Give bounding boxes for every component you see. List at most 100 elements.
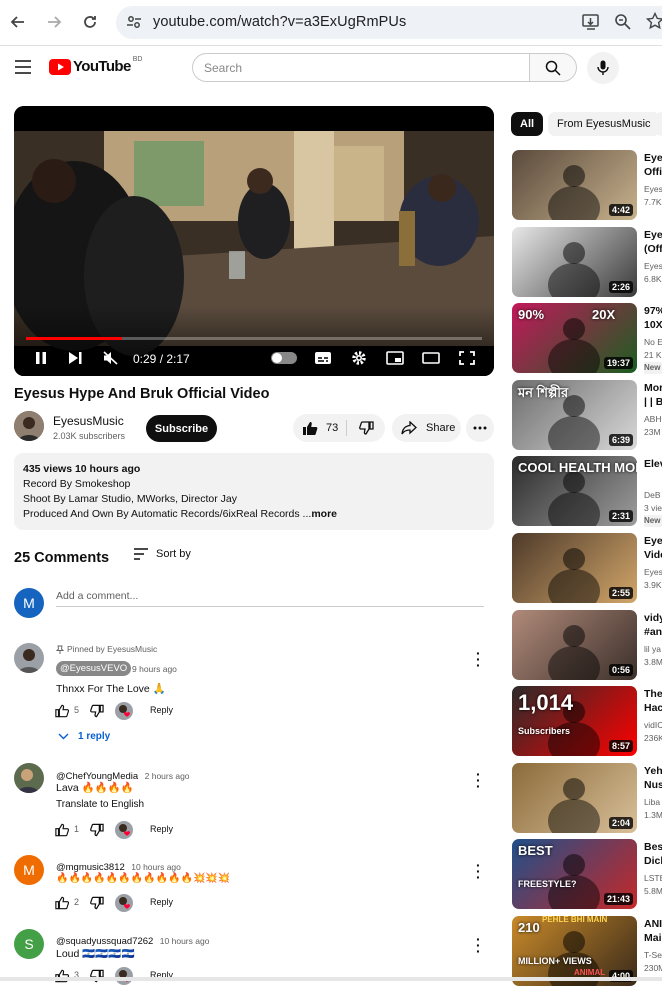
video-title-line[interactable]: Eyes	[644, 534, 662, 548]
miniplayer-icon[interactable]	[386, 351, 404, 370]
video-title-line[interactable]: ANI	[644, 917, 662, 931]
pause-icon[interactable]	[34, 351, 48, 370]
video-title-line[interactable]: Mor	[644, 381, 662, 395]
video-title-line[interactable]: #an	[644, 625, 662, 639]
bookmark-star-icon[interactable]	[645, 11, 662, 35]
fullscreen-icon[interactable]	[459, 351, 475, 370]
sort-by-button[interactable]: Sort by	[133, 548, 191, 560]
comment-dislike-button[interactable]	[90, 704, 104, 723]
autoplay-toggle[interactable]	[271, 352, 297, 364]
theater-mode-icon[interactable]	[422, 351, 440, 370]
comment-dislike-button[interactable]	[90, 823, 104, 842]
video-thumbnail[interactable]: BEST FREESTYLE? 21:43	[512, 839, 637, 910]
add-comment-input[interactable]: Add a comment...	[56, 590, 138, 602]
next-video-icon[interactable]	[68, 351, 82, 370]
comment-reply-button[interactable]: Reply	[150, 705, 173, 715]
zoom-icon[interactable]	[614, 13, 632, 36]
more-actions-button[interactable]	[466, 414, 494, 442]
video-player[interactable]: 0:29 / 2:17	[14, 106, 494, 376]
chip-all[interactable]: All	[511, 112, 544, 136]
comment-like-button[interactable]	[55, 704, 70, 723]
video-title-line[interactable]: vidy	[644, 611, 662, 625]
comment-menu-button[interactable]: · · ·	[476, 932, 481, 958]
comment-dislike-button[interactable]	[90, 896, 104, 915]
settings-gear-icon[interactable]	[351, 350, 367, 371]
chip-from-channel[interactable]: From EyesusMusic	[548, 112, 660, 136]
subtitles-icon[interactable]	[314, 351, 332, 370]
video-channel[interactable]: lil ya	[644, 643, 662, 655]
comment-like-button[interactable]	[55, 823, 70, 842]
video-title-line[interactable]: Vide	[644, 548, 662, 562]
video-title-line[interactable]: | | B	[644, 395, 662, 409]
muted-volume-icon[interactable]	[103, 351, 118, 370]
comment-menu-button[interactable]: · · ·	[476, 767, 481, 793]
video-title-line[interactable]: Hac	[644, 701, 662, 715]
comment-menu-button[interactable]: · · ·	[476, 858, 481, 884]
video-title-line[interactable]: Elev	[644, 457, 662, 471]
video-title-line[interactable]: 97%	[644, 304, 662, 318]
youtube-logo[interactable]: YouTube BD	[49, 56, 142, 75]
menu-hamburger-icon[interactable]	[15, 60, 31, 79]
video-thumbnail[interactable]: 2:55	[512, 533, 637, 603]
commenter-avatar[interactable]	[14, 763, 44, 793]
forward-arrow-icon[interactable]	[42, 10, 66, 34]
video-channel[interactable]: ABH	[644, 413, 662, 425]
subscribe-button[interactable]: Subscribe	[146, 415, 217, 442]
video-thumbnail[interactable]: 1,014 Subscribers 8:57	[512, 686, 637, 757]
video-thumbnail[interactable]: 90% 20X 19:37	[512, 303, 637, 374]
comment-time[interactable]: 2 hours ago	[145, 771, 190, 781]
video-title-line[interactable]: Nus	[644, 778, 662, 792]
video-title-line[interactable]: Mai	[644, 931, 662, 945]
video-channel[interactable]: LSTE	[644, 872, 662, 884]
video-channel[interactable]: Liba	[644, 796, 662, 808]
video-thumbnail[interactable]: 210 MILLION+ VIEWS PEHLE BHI MAIN ANIMAL 4:0…	[512, 916, 637, 986]
share-button[interactable]: Share	[392, 414, 461, 442]
video-thumbnail[interactable]: 0:56	[512, 609, 637, 680]
comment-time[interactable]: 10 hours ago	[131, 862, 181, 872]
video-channel[interactable]: Eyes	[644, 566, 662, 578]
translate-link[interactable]: Translate to English	[56, 799, 144, 810]
video-title-line[interactable]: The	[644, 687, 662, 701]
video-channel[interactable]: T-Se	[644, 949, 662, 961]
commenter-avatar[interactable]: M	[14, 855, 44, 885]
description-box[interactable]: 435 views 10 hours ago Record By Smokesh…	[14, 453, 494, 530]
video-channel[interactable]: Eyes	[644, 183, 662, 195]
comment-menu-button[interactable]: · · ·	[476, 646, 481, 672]
comment-author[interactable]: @EyesusVEVO	[56, 661, 132, 676]
show-more-link[interactable]: more	[311, 508, 337, 520]
video-channel[interactable]: Eyes	[644, 260, 662, 272]
commenter-avatar[interactable]: S	[14, 929, 44, 959]
video-thumbnail[interactable]: মন শিল্পীর 6:39	[512, 379, 637, 450]
like-button[interactable]: 73	[293, 414, 345, 442]
video-channel[interactable]: DeB	[644, 489, 662, 501]
search-input[interactable]: Search	[192, 53, 530, 82]
video-title-line[interactable]: (Off	[644, 242, 662, 256]
comment-author[interactable]: @mgmusic3812	[56, 862, 125, 873]
comment-time[interactable]: 9 hours ago	[132, 664, 177, 674]
video-channel[interactable]: No E	[644, 336, 662, 348]
reload-icon[interactable]	[78, 10, 102, 34]
search-button[interactable]	[529, 53, 577, 82]
site-settings-icon[interactable]	[126, 14, 142, 35]
install-app-icon[interactable]	[582, 13, 600, 36]
address-bar[interactable]: youtube.com/watch?v=a3ExUgRmPUs	[116, 6, 662, 39]
video-thumbnail[interactable]: 2:26	[512, 226, 637, 297]
comment-like-button[interactable]	[55, 896, 70, 915]
channel-name[interactable]: EyesusMusic	[53, 414, 124, 428]
dislike-button[interactable]	[347, 414, 385, 442]
video-title-line[interactable]: 10X	[644, 318, 662, 332]
video-thumbnail[interactable]: 2:04	[512, 762, 637, 833]
video-title-line[interactable]: Dick	[644, 854, 662, 868]
video-title-line[interactable]: Eyes	[644, 151, 662, 165]
video-title-line[interactable]: Bes	[644, 840, 662, 854]
comment-time[interactable]: 10 hours ago	[160, 936, 210, 946]
chip-overflow[interactable]	[656, 112, 662, 136]
video-thumbnail[interactable]: COOL HEALTH MONEY 2:31	[512, 456, 637, 527]
video-thumbnail[interactable]: 4:42	[512, 150, 637, 220]
channel-avatar[interactable]	[14, 411, 44, 441]
comment-author[interactable]: @squadyussquad7262	[56, 936, 153, 947]
view-replies-button[interactable]: 1 reply	[58, 731, 110, 742]
commenter-avatar[interactable]	[14, 643, 44, 673]
voice-search-button[interactable]	[587, 52, 619, 84]
video-title-line[interactable]: Eyes	[644, 228, 662, 242]
